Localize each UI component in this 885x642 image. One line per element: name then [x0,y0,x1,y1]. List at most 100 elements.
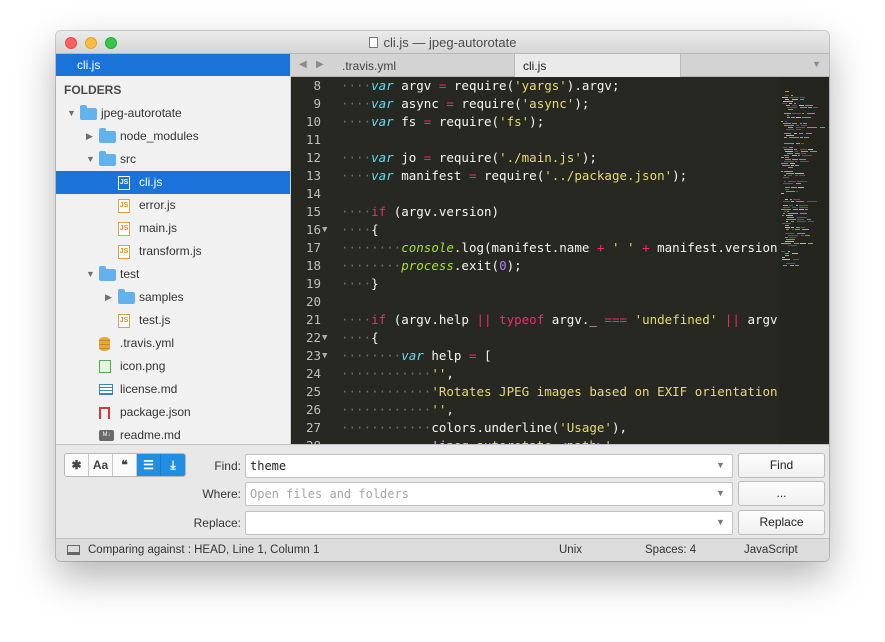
case-sensitive-toggle[interactable]: Aa [89,454,113,476]
js-file-icon: JS [118,245,130,259]
tree-item-test-js[interactable]: JS test.js [56,309,290,332]
code-line: 11 [291,131,781,149]
code-editor[interactable]: 8 ····var argv = require('yargs').argv; 9 ·… [291,77,829,444]
tree-item-travis-yml[interactable]: .travis.yml [56,332,290,355]
fold-arrow-icon[interactable]: ▼ [322,347,327,365]
chevron-down-icon[interactable]: ▼ [67,102,76,125]
minimap-mark [785,233,794,234]
minimap-mark [820,127,825,128]
tree-item-node-modules[interactable]: ▶ node_modules [56,125,290,148]
minimap-mark [789,97,799,98]
minimap-mark [782,103,787,104]
code-line: 20 [291,293,781,311]
minimap-mark [783,177,789,178]
find-history-chevron-down-icon[interactable]: ▼ [716,460,725,470]
tree-item-readme-md[interactable]: M↓ readme.md [56,424,290,444]
where-options-button[interactable]: ... [738,481,825,506]
code-text: ············'', [341,402,454,417]
window-title-text: cli.js — jpeg-autorotate [383,35,517,50]
minimap-mark [807,113,815,114]
panel-toggle-icon[interactable] [67,545,80,555]
replace-history-chevron-down-icon[interactable]: ▼ [716,517,725,527]
minimap-mark [795,173,804,174]
minimap-mark [785,189,789,190]
minimap[interactable] [779,77,829,444]
minimap-mark [791,221,794,222]
minimap-mark [803,123,807,124]
minimap-mark [793,199,800,200]
minimap-mark [795,229,800,230]
where-chevron-down-icon[interactable]: ▼ [716,488,725,498]
chevron-right-icon[interactable]: ▶ [86,125,93,148]
minimap-mark [788,213,798,214]
minimap-mark [799,133,803,134]
minimap-mark [800,107,807,108]
tree-item-icon-png[interactable]: icon.png [56,355,290,378]
chevron-down-icon[interactable]: ▼ [86,263,95,286]
minimap-mark [786,129,794,130]
fold-arrow-icon[interactable]: ▼ [322,221,327,239]
replace-input[interactable] [245,511,733,535]
tab-forward-icon[interactable]: ▶ [316,59,324,70]
minimap-mark [799,159,806,160]
minimap-mark [801,235,804,236]
open-file-item[interactable]: cli.js [56,54,290,76]
minimap-mark [786,191,795,192]
minimap-mark [784,181,786,182]
minimap-mark [796,191,798,192]
replace-button[interactable]: Replace [738,510,825,535]
code-line: 27 ············colors.underline('Usage'), [291,419,781,437]
chevron-down-icon[interactable]: ▼ [86,148,95,171]
package-file-icon [99,407,110,419]
minimap-mark [802,113,804,114]
minimap-mark [791,117,795,118]
tree-item-transform-js[interactable]: JS transform.js [56,240,290,263]
minimap-mark [792,155,797,156]
chevron-right-icon[interactable]: ▶ [105,286,112,309]
minimap-mark [797,181,807,182]
fold-arrow-icon[interactable]: ▼ [322,329,327,347]
regex-toggle[interactable]: ✱ [65,454,89,476]
tree-item-license-md[interactable]: license.md [56,378,290,401]
status-bar: Comparing against : HEAD, Line 1, Column… [56,538,829,561]
folder-icon [99,128,116,143]
tree-item-jpeg-autorotate[interactable]: ▼ jpeg-autorotate [56,102,290,125]
minimap-mark [789,205,793,206]
minimap-mark [792,253,798,254]
find-input[interactable] [245,454,733,478]
minimap-mark [786,229,789,230]
minimap-mark [804,137,809,138]
tree-item-label: cli.js [139,175,163,189]
find-button[interactable]: Find [738,453,825,478]
tab-menu-icon[interactable]: ▼ [812,59,821,69]
minimap-mark [787,107,797,108]
tree-item-cli-js[interactable]: JS cli.js [56,171,290,194]
tab-cli-js[interactable]: cli.js [515,54,681,77]
tree-item-main-js[interactable]: JS main.js [56,217,290,240]
tree-item-src[interactable]: ▼ src [56,148,290,171]
minimap-mark [813,107,818,108]
tree-item-test[interactable]: ▼ test [56,263,290,286]
tab-travis-yml[interactable]: .travis.yml [334,54,515,77]
line-endings[interactable]: Unix [559,544,582,556]
tree-item-package-json[interactable]: package.json [56,401,290,424]
tree-item-label: test [120,267,140,281]
code-text: ····if (argv.version) [341,204,500,219]
tree-item-error-js[interactable]: JS error.js [56,194,290,217]
code-line: 22 ▼ ····{ [291,329,781,347]
tree-item-label: node_modules [120,129,199,143]
minimap-mark [782,223,791,224]
code-text: ············'', [341,366,454,381]
minimap-mark [795,161,797,162]
minimap-mark [795,151,798,152]
minimap-mark [783,101,793,102]
whole-word-toggle[interactable]: ❝ [113,454,137,476]
indentation[interactable]: Spaces: 4 [645,544,696,556]
code-line: 14 [291,185,781,203]
where-input[interactable] [245,482,733,506]
syntax-mode[interactable]: JavaScript [744,544,798,556]
tree-item-samples[interactable]: ▶ samples [56,286,290,309]
code-line: 8 ····var argv = require('yargs').argv; [291,77,781,95]
tree-item-label: readme.md [120,428,181,442]
tab-back-icon[interactable]: ◀ [299,59,307,70]
